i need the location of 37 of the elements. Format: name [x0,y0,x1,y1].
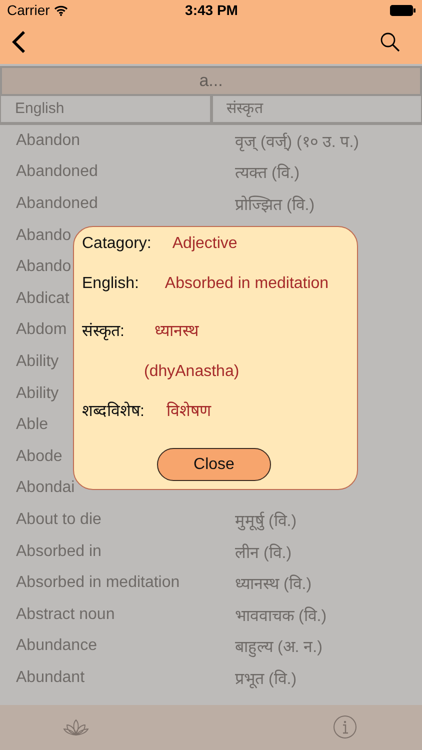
sanskrit-word[interactable]: प्रभूत (वि.) [235,666,297,689]
english-word[interactable]: Abandon [0,132,235,150]
english-word[interactable]: Abandoned [0,163,235,182]
sanskrit-word[interactable]: ध्यानस्थ (वि.) [235,572,312,594]
english-word[interactable]: Abundant [0,668,235,687]
english-word[interactable]: Abandoned [0,194,235,213]
sanskrit-value: ध्यानस्थ [154,322,198,341]
sanskrit-word[interactable]: लीन (वि.) [235,540,292,563]
word-type-value: विशेषण [166,400,212,421]
sanskrit-label: संस्कृत: [82,322,124,341]
wifi-icon [54,4,68,16]
category-value: Adjective [172,235,238,253]
column-header: English [0,96,210,123]
category-label: Catagory: [82,235,152,253]
battery-icon [390,4,416,16]
column-header: संस्कृत [210,96,422,123]
english-word[interactable]: Absorbed in meditation [0,574,235,592]
sanskrit-word[interactable]: त्यक्त (वि.) [235,161,300,184]
english-word[interactable]: About to die [0,510,235,529]
close-button[interactable]: Close [157,448,271,481]
carrier-label: Carrier [7,2,50,18]
sanskrit-word[interactable]: प्रोज्झित (वि.) [235,192,315,215]
english-word[interactable]: Abundance [0,637,235,656]
english-label: English: [82,275,139,293]
search-icon[interactable] [380,32,400,52]
sanskrit-word[interactable]: वृज् (वर्ज्) (१० उ. प.) [235,130,359,152]
back-icon[interactable] [12,30,26,54]
status-time: 3:43 PM [185,2,238,18]
english-word[interactable]: Absorbed in [0,542,235,561]
transliteration: (dhyAnastha) [144,363,240,381]
sanskrit-word[interactable]: मुमूर्षु (वि.) [235,508,297,531]
english-word[interactable]: Abstract noun [0,606,235,624]
section-header: a... [0,66,422,96]
word-type-label: शब्दविशेष: [82,400,144,421]
english-value: Absorbed in meditation [164,275,329,293]
sanskrit-word[interactable]: बाहुल्य (अ. न.) [235,635,322,658]
sanskrit-word[interactable]: भाववाचक (वि.) [235,604,327,626]
